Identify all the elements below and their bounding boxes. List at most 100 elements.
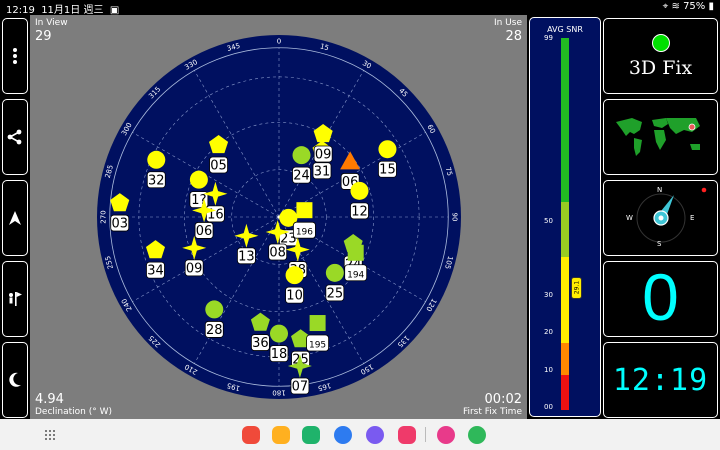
navigation-arrow-icon: [9, 211, 21, 225]
satellite-prn: 09: [186, 261, 203, 276]
first-fix-label: First Fix Time: [462, 407, 522, 417]
sky-plot[interactable]: 0153045607590105120135150165180195210225…: [30, 15, 527, 419]
satellite-prn: 09: [315, 147, 332, 162]
browser-app-icon[interactable]: [366, 426, 384, 444]
satellite-marker: [378, 140, 397, 159]
snr-tick-30: 30: [544, 291, 553, 299]
satellite-prn: 08: [269, 245, 286, 260]
smile-app-icon[interactable]: [468, 426, 486, 444]
snr-band-yellow: [561, 257, 569, 343]
status-right: ⌖ ≋ 75% ▮: [663, 1, 714, 12]
azimuth-label: 270: [99, 210, 107, 223]
clock-panel[interactable]: 12:19: [603, 342, 718, 418]
more-menu-button[interactable]: [2, 18, 28, 94]
satellite-prn: 10: [286, 289, 303, 304]
system-nav-bar: [0, 419, 720, 450]
world-map-panel[interactable]: [603, 99, 718, 175]
battery-level: 75%: [683, 1, 706, 12]
snr-bar-panel: AVG SNR 99 50 30 20 10 00 29.1: [529, 17, 601, 417]
status-bar: 12:19 11月1日 週三 ▣ ⌖ ≋ 75% ▮: [0, 0, 720, 16]
messages-app-icon[interactable]: [334, 426, 352, 444]
satellite-prn: 15: [379, 163, 396, 178]
in-use-label: In Use: [493, 18, 522, 28]
snr-tick-00: 00: [544, 403, 553, 411]
phone-app-icon[interactable]: [302, 426, 320, 444]
wifi-icon: ≋: [671, 1, 680, 12]
satellite-prn: 28: [206, 323, 223, 338]
satellite-prn: 25: [327, 286, 344, 301]
satellite-prn: 196: [296, 228, 313, 238]
clock-value: 12:19: [612, 363, 709, 398]
snr-scale: [561, 38, 569, 410]
satellite-prn: 194: [347, 270, 364, 280]
satellite-prn: 05: [210, 158, 227, 173]
satellite-prn: 07: [292, 379, 309, 394]
satellite-prn: 06: [196, 224, 213, 239]
flower-app-icon[interactable]: [437, 426, 455, 444]
location-icon: ⌖: [662, 1, 669, 12]
snr-band-yellowgreen: [561, 202, 569, 257]
app-drawer-icon[interactable]: [44, 429, 56, 441]
snr-tick-99: 99: [544, 34, 553, 42]
compass-east: E: [690, 214, 695, 222]
notes-app-icon[interactable]: [242, 426, 260, 444]
satellite-marker: [205, 300, 224, 319]
recording-dot: [701, 187, 707, 193]
speed-value: 0: [642, 261, 679, 334]
speed-panel[interactable]: 0: [603, 261, 718, 337]
satellite-marker: [147, 150, 166, 169]
satellite-prn: 13: [238, 249, 255, 264]
satellite-prn: 31: [314, 164, 331, 179]
camera-app-icon[interactable]: [398, 426, 416, 444]
satellite-marker: [347, 244, 364, 261]
satellite-prn: 32: [148, 173, 165, 188]
satellite-prn: 34: [147, 264, 164, 279]
satellite-marker: [296, 202, 313, 219]
in-use-count: 28: [505, 29, 522, 44]
files-app-icon[interactable]: [272, 426, 290, 444]
satellite-marker: [350, 181, 369, 200]
sky-plot-panel: 0 15 30 45 60 75 90 105 120 135 150 165 180 195 210 225…: [30, 15, 527, 419]
snr-tick-50: 50: [544, 217, 553, 225]
satellite-marker: [325, 263, 344, 282]
satellite-prn: 18: [271, 347, 288, 362]
snr-tick-20: 20: [544, 328, 553, 336]
satellite-marker: [189, 170, 208, 189]
fix-indicator-dot: [652, 34, 670, 52]
navigation-button[interactable]: [2, 180, 28, 256]
dock-divider: [425, 427, 426, 442]
fix-status-label: 3D Fix: [628, 57, 693, 79]
satellite-prn: 24: [293, 169, 310, 184]
in-view-count: 29: [35, 29, 52, 44]
snr-band-green: [561, 38, 569, 202]
waypoint-button[interactable]: [2, 261, 28, 337]
azimuth-label: 0: [277, 37, 281, 45]
world-map: [610, 112, 711, 160]
satellite-marker: [292, 146, 311, 165]
status-time: 12:19 11月1日 週三 ▣: [6, 5, 120, 16]
snr-band-red: [561, 375, 569, 410]
satellite-marker: [285, 266, 304, 285]
snr-title: AVG SNR: [547, 25, 583, 34]
right-panels: 3D Fix N E S W 0 12:19: [603, 15, 720, 419]
location-marker: [688, 123, 696, 131]
person-flag-icon: [9, 292, 22, 306]
left-toolbar: [0, 15, 30, 419]
battery-icon: ▮: [708, 1, 714, 12]
azimuth-label: 180: [272, 389, 285, 397]
night-mode-button[interactable]: [2, 342, 28, 418]
more-vertical-icon: [13, 48, 17, 64]
fix-status-panel[interactable]: 3D Fix: [603, 18, 718, 94]
share-icon: [7, 129, 22, 145]
declination-value: 4.94: [35, 392, 64, 407]
share-button[interactable]: [2, 99, 28, 175]
snr-value-marker: 29.1: [571, 277, 582, 299]
moon-icon: [9, 372, 21, 387]
satellite-prn: 36: [252, 336, 269, 351]
compass-north: N: [657, 186, 663, 194]
compass-panel[interactable]: N E S W: [603, 180, 718, 256]
snr-value: 29.1: [573, 280, 581, 295]
satellite-marker: [270, 324, 288, 343]
snr-band-orange: [561, 343, 569, 375]
compass-south: S: [657, 240, 662, 248]
